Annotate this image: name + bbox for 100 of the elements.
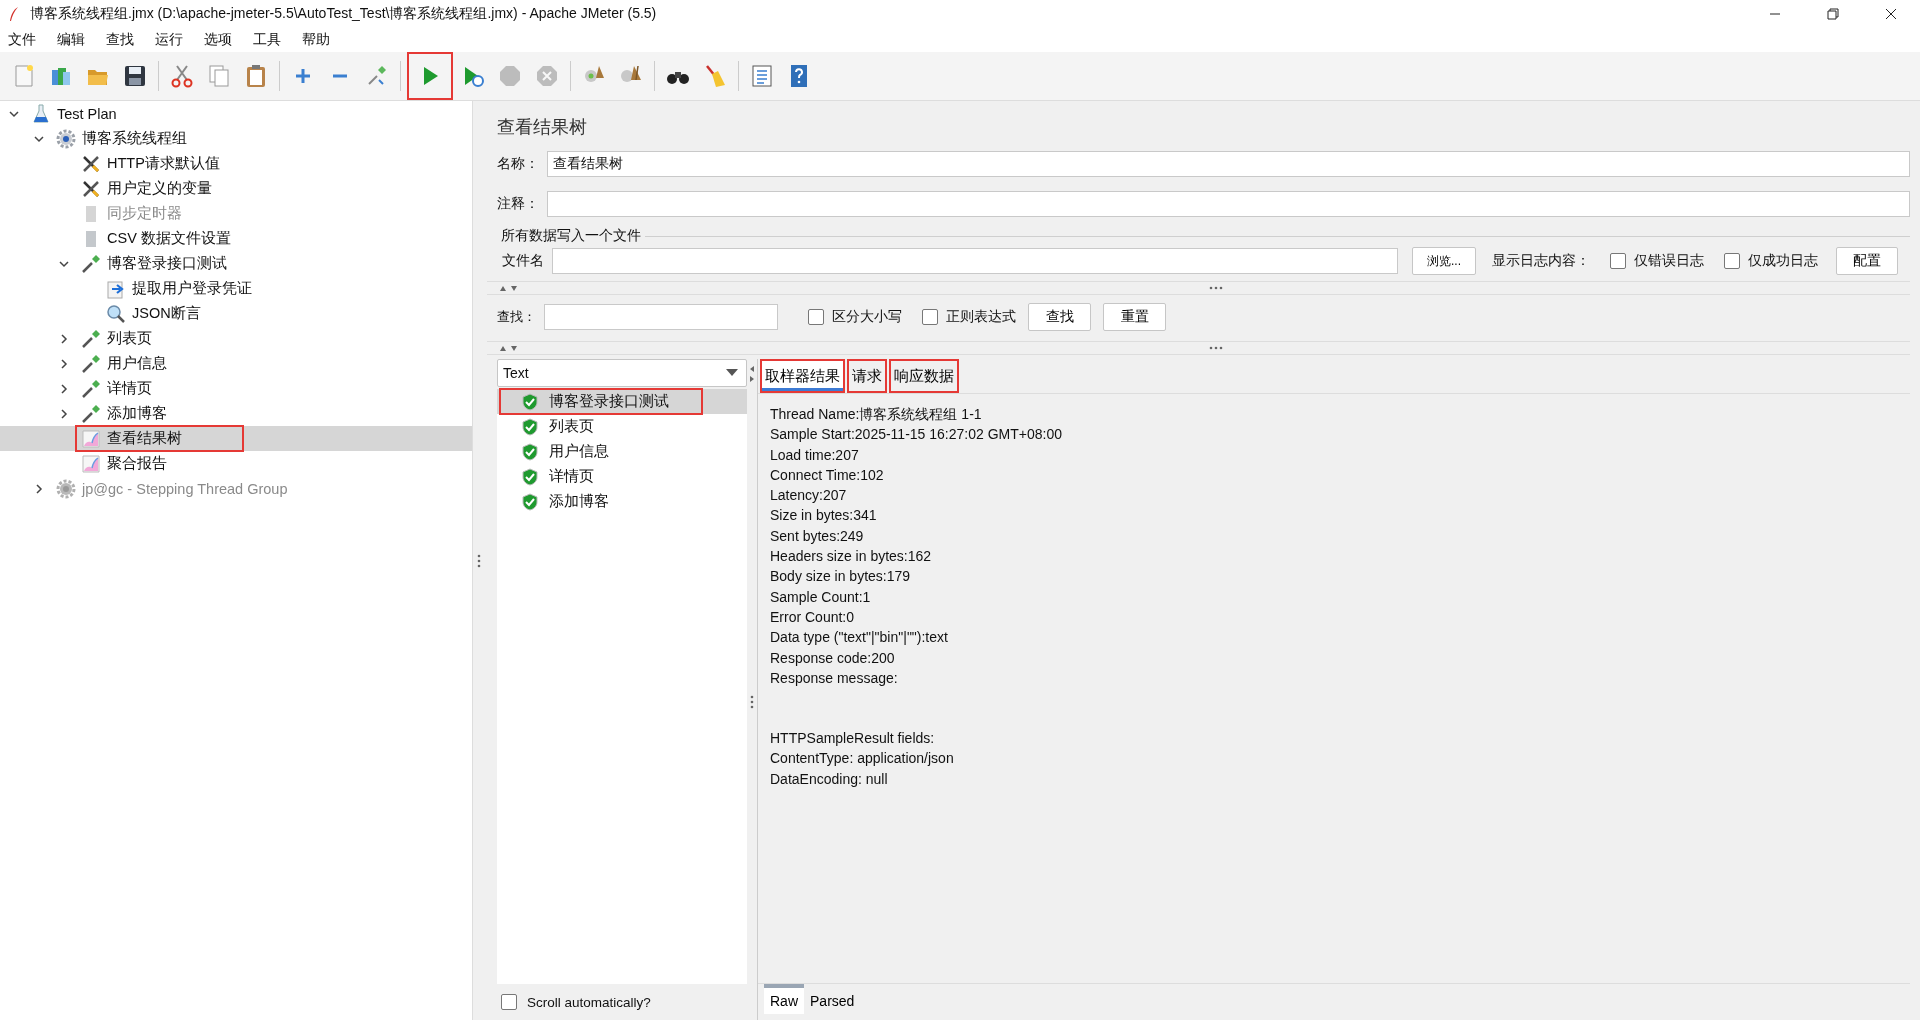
checkbox[interactable] xyxy=(501,994,517,1010)
detail-line: Data type ("text"|"bin"|""):text xyxy=(770,628,949,648)
tab[interactable]: 响应数据 xyxy=(889,359,959,393)
detail-line: ContentType: application/json xyxy=(770,749,955,769)
search-button[interactable]: 重置 xyxy=(1103,303,1166,331)
detail-line: Thread Name:博客系统线程组 1-1 xyxy=(770,405,983,424)
restore-icon[interactable] xyxy=(1826,7,1840,21)
tab[interactable]: Raw xyxy=(764,984,804,1014)
chart-icon xyxy=(81,428,101,449)
new-file-icon xyxy=(12,64,36,88)
result-item[interactable]: 用户信息 xyxy=(497,439,747,464)
configure-button[interactable]: 配置 xyxy=(1836,247,1898,275)
field-label: 名称： xyxy=(497,155,539,173)
tree-item[interactable]: 详情页 xyxy=(0,376,472,401)
tree-item[interactable]: HTTP请求默认值 xyxy=(0,151,472,176)
tree-item[interactable]: 用户定义的变量 xyxy=(0,176,472,201)
result-item[interactable]: 添加博客 xyxy=(497,489,747,514)
close-icon[interactable] xyxy=(1884,7,1898,21)
tools-icon xyxy=(81,153,101,174)
detail-line: Response message: xyxy=(770,668,899,688)
split-arrows-icon[interactable] xyxy=(749,365,755,383)
checkbox-label: 区分大小写 xyxy=(832,308,902,326)
tab[interactable]: 请求 xyxy=(847,359,887,393)
tree-item[interactable]: Test Plan xyxy=(0,101,472,126)
menu-item[interactable]: 运行 xyxy=(155,31,183,49)
detail-line: DataEncoding: null xyxy=(770,769,889,789)
result-item[interactable]: 博客登录接口测试 xyxy=(497,389,747,414)
checkbox[interactable] xyxy=(1724,253,1740,269)
detail-line: Sent bytes:249 xyxy=(770,526,865,546)
detail-line: Headers size in bytes:162 xyxy=(770,547,933,567)
field-label: 显示日志内容： xyxy=(1492,252,1590,270)
detail-line: Latency:207 xyxy=(770,486,848,506)
checkbox[interactable] xyxy=(1610,253,1626,269)
menu-item[interactable]: 工具 xyxy=(253,31,281,49)
detail-line: HTTPSampleResult fields: xyxy=(770,729,936,749)
scissors-icon xyxy=(170,64,194,88)
field-label: 文件名 xyxy=(502,252,544,270)
cancel-icon xyxy=(535,64,559,88)
tree-item[interactable]: JSON断言 xyxy=(0,301,472,326)
magnifier-icon xyxy=(106,303,126,324)
renderer-dropdown[interactable]: Text xyxy=(497,359,747,387)
detail-line: Sample Count:1 xyxy=(770,587,872,607)
menu-item[interactable]: 帮助 xyxy=(302,31,330,49)
pipette-icon xyxy=(81,328,101,349)
checkbox-label: 仅错误日志 xyxy=(1634,252,1704,270)
tree-item[interactable]: 博客登录接口测试 xyxy=(0,251,472,276)
broom-icon xyxy=(703,64,727,88)
menu-item[interactable]: 查找 xyxy=(106,31,134,49)
gear-icon xyxy=(56,478,76,499)
detail-line: Size in bytes:341 xyxy=(770,506,878,526)
search-button[interactable]: 查找 xyxy=(1028,303,1091,331)
tree-item[interactable]: 用户信息 xyxy=(0,351,472,376)
tree-item[interactable]: 添加博客 xyxy=(0,401,472,426)
tree-item[interactable]: 列表页 xyxy=(0,326,472,351)
checkbox[interactable] xyxy=(922,309,938,325)
grip-dots-icon[interactable] xyxy=(750,694,754,709)
checkbox[interactable] xyxy=(808,309,824,325)
menu-item[interactable]: 文件 xyxy=(8,31,36,49)
tab[interactable]: 取样器结果 xyxy=(760,359,845,393)
filename-field[interactable] xyxy=(552,248,1398,274)
stop-icon xyxy=(498,64,522,88)
menu-item[interactable]: 选项 xyxy=(204,31,232,49)
checkbox-label: Scroll automatically? xyxy=(527,994,651,1010)
tree-item[interactable]: CSV 数据文件设置 xyxy=(0,226,472,251)
tree-item[interactable]: 聚合报告 xyxy=(0,451,472,476)
menu-item[interactable]: 编辑 xyxy=(57,31,85,49)
chevron-right-icon[interactable] xyxy=(58,357,70,370)
gear-icon xyxy=(56,128,76,149)
pipette-icon xyxy=(81,353,101,374)
detail-line: Body size in bytes:179 xyxy=(770,567,912,587)
dropdown-arrow-icon xyxy=(726,369,738,377)
tree-item[interactable]: 查看结果树 xyxy=(0,426,472,451)
panel-title: 查看结果树 xyxy=(496,115,588,139)
group-label: 所有数据写入一个文件 xyxy=(501,227,641,245)
field-label: 查找： xyxy=(497,308,536,326)
detail-line: Sample Start:2025-11-15 16:27:02 GMT+08:00 xyxy=(770,425,1063,445)
detail-line: Response code:200 xyxy=(770,648,896,668)
comment-field[interactable] xyxy=(547,191,1910,217)
browse-button[interactable]: 浏览... xyxy=(1412,247,1476,275)
tree-item[interactable]: 提取用户登录凭证 xyxy=(0,276,472,301)
tree-item[interactable]: 博客系统线程组 xyxy=(0,126,472,151)
search-field[interactable] xyxy=(544,304,778,330)
grip-dots-icon[interactable] xyxy=(1208,346,1223,350)
grip-dots-icon[interactable] xyxy=(1208,286,1223,290)
minus-icon xyxy=(332,74,348,78)
copy-icon xyxy=(207,64,231,88)
clipboard-icon xyxy=(244,64,268,88)
save-icon xyxy=(123,64,147,88)
name-field[interactable]: 查看结果树 xyxy=(547,151,1910,177)
result-item[interactable]: 列表页 xyxy=(497,414,747,439)
chevron-right-icon[interactable] xyxy=(58,382,70,395)
tools-icon xyxy=(81,178,101,199)
chevron-right-icon[interactable] xyxy=(58,407,70,420)
grip-dots-icon[interactable] xyxy=(477,553,481,568)
pipette-icon xyxy=(81,403,101,424)
tab[interactable]: Parsed xyxy=(804,984,861,1014)
result-item[interactable]: 详情页 xyxy=(497,464,747,489)
window-title: 博客系统线程组.jmx (D:\apache-jmeter-5.5\AutoTest_Test\博客系统线程组.jmx) - Apache JMeter (5.5) xyxy=(30,5,658,23)
chevron-right-icon[interactable] xyxy=(58,332,70,345)
pipette-icon xyxy=(81,378,101,399)
